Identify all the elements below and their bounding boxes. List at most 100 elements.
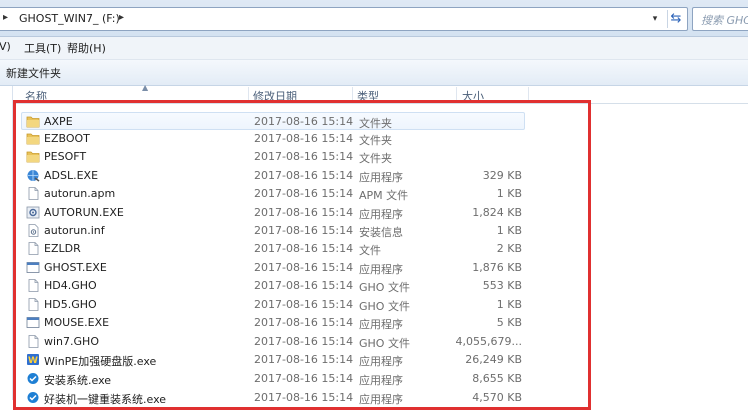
file-row[interactable]: AUTORUN.EXE 2017-08-16 15:14 应用程序 1,824 KB: [22, 204, 524, 222]
file-date: 2017-08-16 15:14: [254, 316, 354, 329]
file-row[interactable]: MOUSE.EXE 2017-08-16 15:14 应用程序 5 KB: [22, 314, 524, 332]
file-date: 2017-08-16 15:14: [254, 132, 354, 145]
file-size: 1 KB: [496, 298, 522, 311]
file-row[interactable]: autorun.inf 2017-08-16 15:14 安装信息 1 KB: [22, 222, 524, 240]
file-name[interactable]: GHOST.EXE: [44, 261, 234, 274]
file-date: 2017-08-16 15:14: [254, 335, 354, 348]
file-size: 1 KB: [496, 187, 522, 200]
refresh-icon[interactable]: ⇆: [667, 10, 684, 28]
file-row[interactable]: AXPE 2017-08-16 15:14 文件夹: [21, 112, 525, 130]
file-name[interactable]: HD4.GHO: [44, 279, 234, 292]
file-date: 2017-08-16 15:14: [254, 115, 354, 128]
column-divider[interactable]: [248, 87, 249, 102]
file-name[interactable]: WinPE加强硬盘版.exe: [44, 353, 234, 369]
file-row[interactable]: ADSL.EXE 2017-08-16 15:14 应用程序 329 KB: [22, 167, 524, 185]
column-header-row: ▲ 名称 修改日期 类型 大小: [13, 83, 748, 104]
file-icon: [26, 187, 40, 200]
navigation-pane[interactable]: [0, 86, 13, 400]
folder-icon: [26, 150, 40, 163]
file-type: 应用程序: [359, 171, 403, 184]
file-name[interactable]: ADSL.EXE: [44, 169, 234, 182]
column-header-size[interactable]: 大小: [462, 88, 484, 103]
file-date: 2017-08-16 15:14: [254, 187, 354, 200]
menu-bar: V) 工具(T) 帮助(H): [0, 37, 748, 60]
svg-text:W: W: [28, 356, 38, 366]
column-header-type[interactable]: 类型: [357, 88, 379, 103]
column-divider[interactable]: [528, 87, 529, 102]
file-size: 1,824 KB: [472, 206, 522, 219]
settings-file-icon: [26, 224, 40, 237]
folder-icon: [26, 132, 40, 145]
file-row[interactable]: GHOST.EXE 2017-08-16 15:14 应用程序 1,876 KB: [22, 259, 524, 277]
address-bar[interactable]: ▸ GHOST_WIN7_ (F:) ▸ ▾ ⇆: [0, 7, 688, 31]
file-row[interactable]: EZBOOT 2017-08-16 15:14 文件夹: [22, 130, 524, 148]
file-name[interactable]: autorun.apm: [44, 187, 234, 200]
network-exe-icon: [26, 169, 40, 182]
file-row[interactable]: 好装机一键重装系统.exe 2017-08-16 15:14 应用程序 4,570 K…: [22, 389, 524, 407]
file-size: 329 KB: [482, 169, 522, 182]
file-row[interactable]: autorun.apm 2017-08-16 15:14 APM 文件 1 KB: [22, 185, 524, 203]
address-bar-region: ▸ GHOST_WIN7_ (F:) ▸ ▾ ⇆ 搜索 GHOST: [0, 0, 748, 37]
column-divider[interactable]: [352, 87, 353, 102]
file-icon: [26, 279, 40, 292]
file-size: 1 KB: [496, 224, 522, 237]
installer-exe-icon: [26, 391, 40, 404]
file-type: GHO 文件: [359, 281, 410, 294]
file-date: 2017-08-16 15:14: [254, 242, 354, 255]
file-type: 文件夹: [359, 117, 392, 130]
search-input[interactable]: 搜索 GHOST: [692, 7, 748, 31]
breadcrumb-chevron-icon[interactable]: ▸: [119, 12, 124, 23]
breadcrumb-chevron-icon[interactable]: ▸: [3, 12, 8, 23]
command-bar: 新建文件夹: [0, 60, 748, 86]
sort-ascending-icon: ▲: [142, 83, 149, 92]
column-header-date[interactable]: 修改日期: [253, 88, 297, 103]
file-size: 1,876 KB: [472, 261, 522, 274]
file-size: 26,249 KB: [465, 353, 522, 366]
window-exe-icon: [26, 261, 40, 274]
column-header-name[interactable]: 名称: [25, 88, 47, 103]
file-name[interactable]: EZLDR: [44, 242, 234, 255]
breadcrumb-drive[interactable]: GHOST_WIN7_ (F:): [19, 12, 120, 25]
menu-help[interactable]: 帮助(H): [67, 40, 106, 56]
file-name[interactable]: AUTORUN.EXE: [44, 206, 234, 219]
column-divider[interactable]: [456, 87, 457, 102]
file-row[interactable]: EZLDR 2017-08-16 15:14 文件 2 KB: [22, 240, 524, 258]
menu-view[interactable]: V): [0, 40, 11, 53]
file-name[interactable]: PESOFT: [44, 150, 234, 163]
file-row[interactable]: win7.GHO 2017-08-16 15:14 GHO 文件 4,055,679.…: [22, 333, 524, 351]
file-type: 安装信息: [359, 226, 403, 239]
file-type: GHO 文件: [359, 337, 410, 350]
file-type: 应用程序: [359, 208, 403, 221]
file-name[interactable]: 好装机一键重装系统.exe: [44, 391, 234, 407]
file-row[interactable]: PESOFT 2017-08-16 15:14 文件夹: [22, 148, 524, 166]
file-row[interactable]: W WinPE加强硬盘版.exe 2017-08-16 15:14 应用程序 26,24…: [22, 351, 524, 369]
file-size: 4,055,679...: [455, 335, 522, 348]
address-dropdown-icon[interactable]: ▾: [648, 11, 662, 27]
file-date: 2017-08-16 15:14: [254, 279, 354, 292]
file-size: 8,655 KB: [472, 372, 522, 385]
file-name[interactable]: EZBOOT: [44, 132, 234, 145]
vertical-scrollbar[interactable]: [734, 104, 748, 400]
file-type: 应用程序: [359, 393, 403, 406]
file-type: 文件: [359, 244, 381, 257]
winpe-exe-icon: W: [26, 353, 40, 366]
gear-exe-icon: [26, 206, 40, 219]
folder-icon: [26, 115, 40, 128]
file-size: 5 KB: [496, 316, 522, 329]
file-size: 553 KB: [482, 279, 522, 292]
file-name[interactable]: HD5.GHO: [44, 298, 234, 311]
window-exe-icon: [26, 316, 40, 329]
file-name[interactable]: 安装系统.exe: [44, 372, 234, 388]
menu-tools[interactable]: 工具(T): [24, 40, 61, 56]
file-date: 2017-08-16 15:14: [254, 224, 354, 237]
file-name[interactable]: AXPE: [44, 115, 234, 128]
new-folder-button[interactable]: 新建文件夹: [6, 65, 61, 81]
file-row[interactable]: HD5.GHO 2017-08-16 15:14 GHO 文件 1 KB: [22, 296, 524, 314]
file-name[interactable]: MOUSE.EXE: [44, 316, 234, 329]
file-type: GHO 文件: [359, 300, 410, 313]
file-date: 2017-08-16 15:14: [254, 372, 354, 385]
file-row[interactable]: 安装系统.exe 2017-08-16 15:14 应用程序 8,655 KB: [22, 370, 524, 388]
file-name[interactable]: win7.GHO: [44, 335, 234, 348]
file-row[interactable]: HD4.GHO 2017-08-16 15:14 GHO 文件 553 KB: [22, 277, 524, 295]
file-name[interactable]: autorun.inf: [44, 224, 234, 237]
